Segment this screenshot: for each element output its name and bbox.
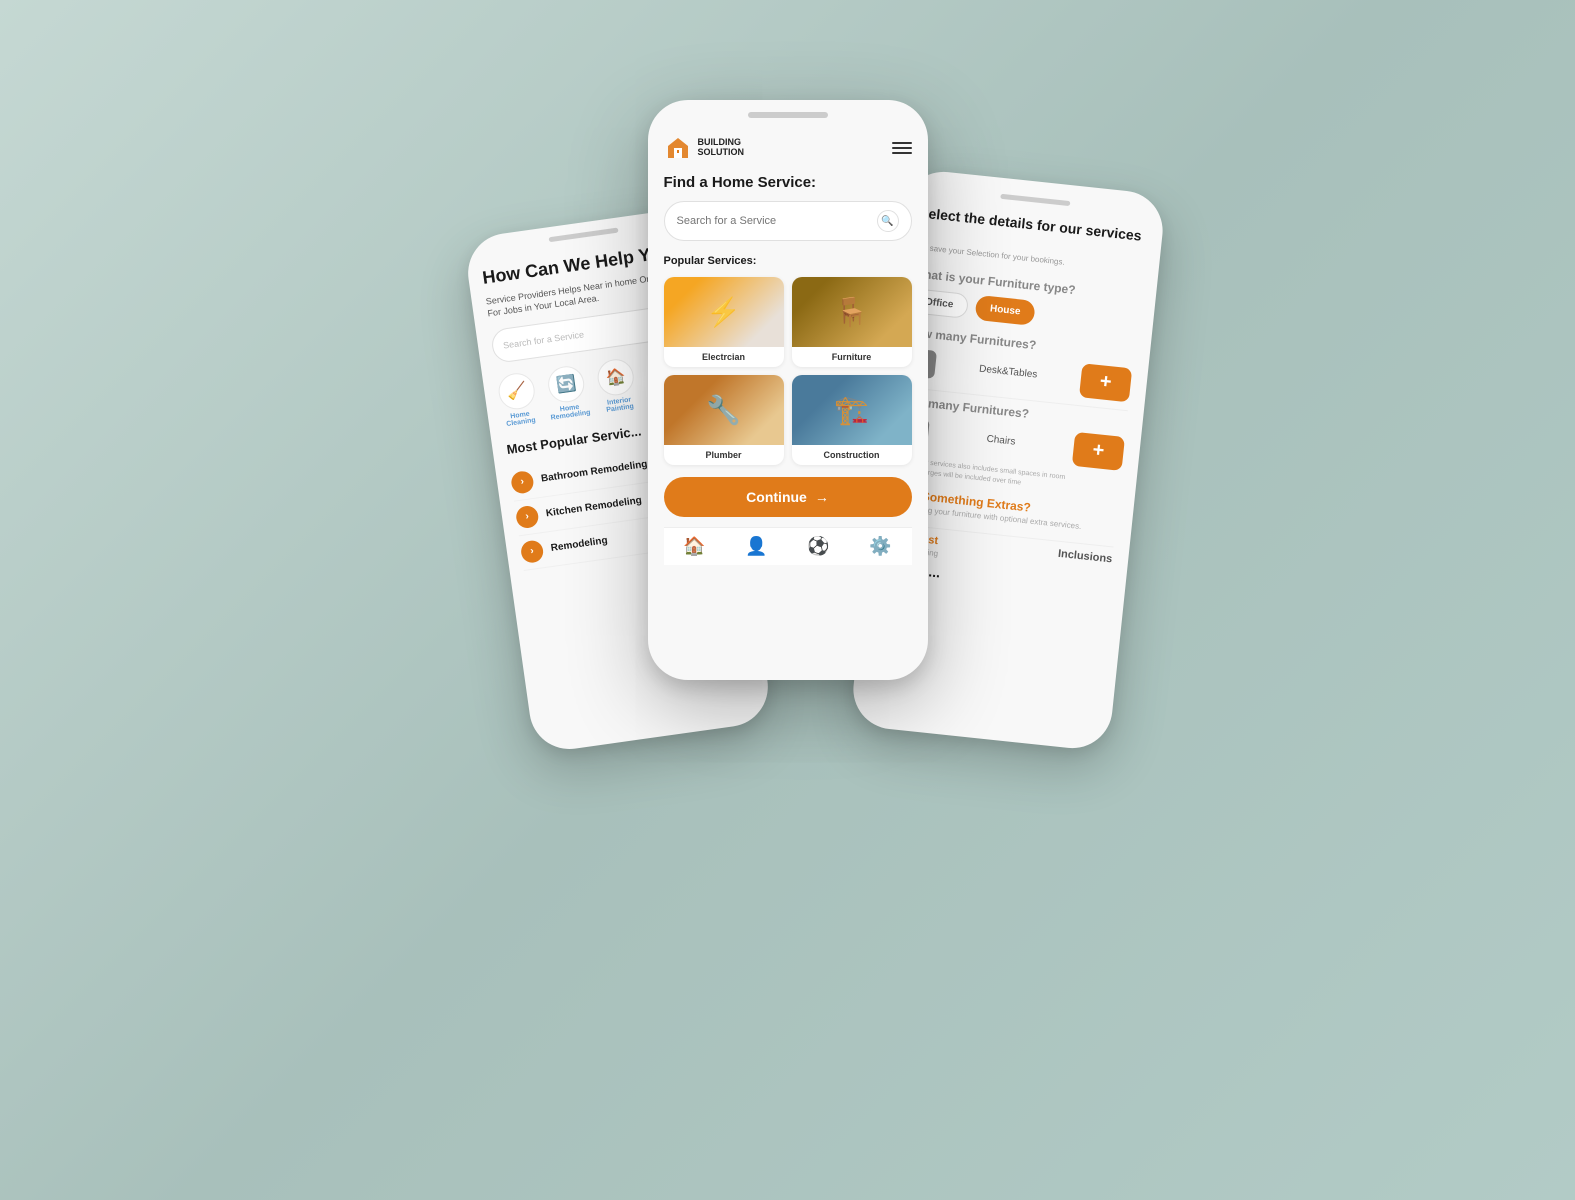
service-card-furniture[interactable]: Furniture bbox=[792, 277, 912, 367]
cleaning-label: HomeCleaning bbox=[504, 410, 535, 428]
desk-plus-button[interactable]: + bbox=[1078, 363, 1131, 402]
phones-container: How Can We Help You? Service Providers H… bbox=[0, 0, 1575, 1200]
desk-tables-label: Desk&Tables bbox=[978, 364, 1037, 381]
bathroom-arrow-icon: › bbox=[509, 470, 534, 495]
service-icon-painting[interactable]: 🏠 InteriorPainting bbox=[595, 357, 638, 414]
continue-arrow-icon: → bbox=[815, 489, 829, 505]
bathroom-label: Bathroom Remodeling bbox=[540, 459, 648, 485]
center-search-icon[interactable]: 🔍 bbox=[877, 210, 899, 232]
painting-label: InteriorPainting bbox=[604, 396, 633, 414]
settings-nav-icon: ⚙️ bbox=[869, 536, 891, 557]
logo: BUILDING SOLUTION bbox=[664, 134, 745, 162]
furniture-image bbox=[792, 277, 912, 347]
painting-icon: 🏠 bbox=[595, 357, 636, 398]
service-icon-remodeling[interactable]: 🔄 HomeRemodeling bbox=[543, 363, 590, 421]
home-nav-icon: 🏠 bbox=[683, 536, 705, 557]
right-notch bbox=[1000, 194, 1070, 206]
nav-settings[interactable]: ⚙️ bbox=[869, 536, 891, 557]
find-title: Find a Home Service: bbox=[664, 174, 912, 191]
electrician-image bbox=[664, 277, 784, 347]
service-icon-cleaning[interactable]: 🧹 HomeCleaning bbox=[496, 371, 539, 428]
chairs-label: Chairs bbox=[986, 434, 1016, 448]
left-notch bbox=[548, 228, 618, 243]
nav-profile[interactable]: 👤 bbox=[745, 536, 767, 557]
furniture-label: Furniture bbox=[792, 347, 912, 367]
plumber-label: Plumber bbox=[664, 445, 784, 465]
remodeling-label: HomeRemodeling bbox=[549, 402, 591, 421]
plumber-image bbox=[664, 375, 784, 445]
logo-text: BUILDING SOLUTION bbox=[698, 138, 745, 158]
nav-activity[interactable]: ⚽ bbox=[807, 536, 829, 557]
activity-nav-icon: ⚽ bbox=[807, 536, 829, 557]
center-phone: BUILDING SOLUTION Find a Home Service: 🔍… bbox=[648, 100, 928, 680]
chairs-plus-button[interactable]: + bbox=[1071, 432, 1124, 471]
kitchen-label: Kitchen Remodeling bbox=[545, 495, 642, 519]
center-search-input[interactable] bbox=[677, 215, 869, 227]
logo-icon bbox=[664, 134, 692, 162]
bottom-navigation: 🏠 👤 ⚽ ⚙️ bbox=[664, 527, 912, 565]
service-card-construction[interactable]: Construction bbox=[792, 375, 912, 465]
construction-image bbox=[792, 375, 912, 445]
electrician-label: Electrcian bbox=[664, 347, 784, 367]
cleaning-icon: 🧹 bbox=[496, 371, 537, 412]
center-notch bbox=[748, 112, 828, 118]
house-button[interactable]: House bbox=[974, 295, 1035, 326]
construction-label: Construction bbox=[792, 445, 912, 465]
popular-services-title: Popular Services: bbox=[664, 255, 912, 267]
remodeling-arrow-icon: › bbox=[519, 539, 544, 564]
kitchen-arrow-icon: › bbox=[514, 504, 539, 529]
nav-home[interactable]: 🏠 bbox=[683, 536, 705, 557]
service-card-electrician[interactable]: Electrcian bbox=[664, 277, 784, 367]
center-header: BUILDING SOLUTION bbox=[664, 134, 912, 162]
services-grid: Electrcian Furniture Plumber Constructio… bbox=[664, 277, 912, 465]
inclusions-title: Inclusions bbox=[1057, 548, 1112, 566]
continue-button[interactable]: Continue → bbox=[664, 477, 912, 517]
service-card-plumber[interactable]: Plumber bbox=[664, 375, 784, 465]
hamburger-menu[interactable] bbox=[892, 142, 912, 154]
remodeling-icon: 🔄 bbox=[545, 364, 586, 405]
left-search-placeholder: Search for a Service bbox=[502, 317, 668, 350]
remodeling-item-label: Remodeling bbox=[550, 535, 608, 554]
center-search-bar[interactable]: 🔍 bbox=[664, 201, 912, 241]
profile-nav-icon: 👤 bbox=[745, 536, 767, 557]
